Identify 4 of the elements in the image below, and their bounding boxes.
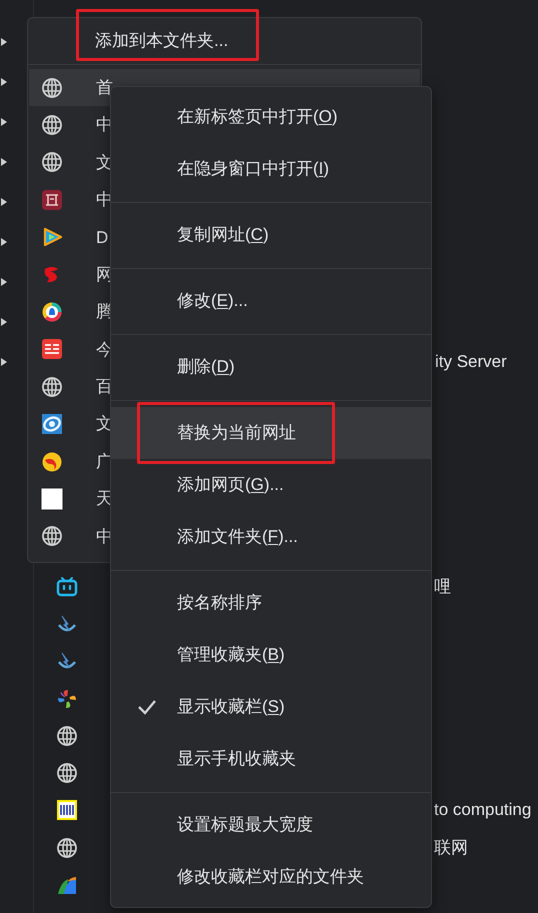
bookmark-title: ity Server xyxy=(435,351,508,373)
bookmark-title: 联网 xyxy=(434,836,468,859)
bookmark-title: to computing xyxy=(434,799,532,822)
bookmark-title: 哩 xyxy=(434,576,451,598)
